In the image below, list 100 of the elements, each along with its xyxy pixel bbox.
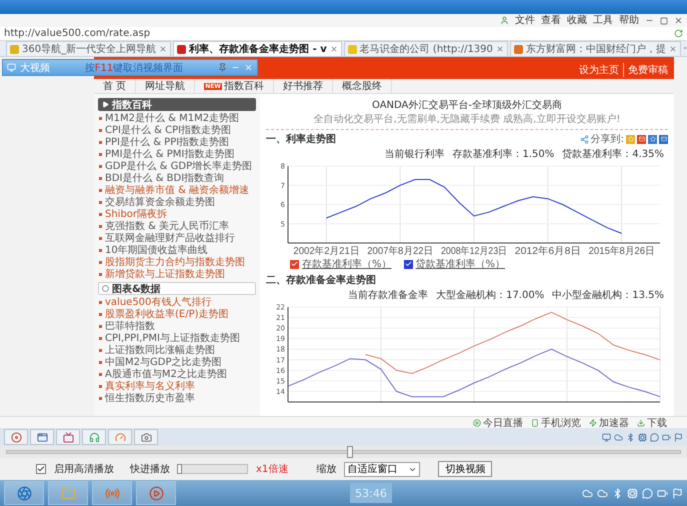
axis-label: 2012年6月8日 — [514, 246, 578, 257]
headphones-icon — [88, 432, 100, 442]
menu-item[interactable]: 工具 — [593, 14, 613, 26]
status-link[interactable]: 手机浏览 — [531, 416, 581, 430]
tray-icon[interactable] — [657, 488, 668, 498]
header-link[interactable]: 设为主页 — [575, 63, 619, 77]
sidebar-link[interactable]: Shibor隔夜拆 — [98, 209, 256, 220]
close-icon[interactable] — [330, 45, 338, 53]
social-share-icon[interactable] — [637, 134, 646, 144]
gauge-icon — [114, 432, 126, 442]
nav-link[interactable]: 好书推荐 — [274, 79, 333, 93]
aperture-icon — [16, 486, 32, 500]
close-icon[interactable] — [668, 45, 677, 53]
rate-summary: 当前银行利率 — [384, 148, 444, 161]
axis-label: 2007年8月22日 — [367, 246, 436, 257]
browser-tab[interactable]: 老马识金的公司 (http://1390 — [344, 41, 508, 56]
tray-icon[interactable] — [650, 432, 659, 442]
browser-tab[interactable]: 360导航_新一代安全上网导航 — [6, 41, 172, 56]
tray-icon[interactable] — [612, 488, 623, 498]
speed-slider[interactable] — [178, 464, 248, 474]
maximize-icon[interactable] — [660, 16, 668, 24]
menu-item[interactable]: 文件 — [515, 14, 535, 26]
app-tile-button[interactable] — [30, 429, 54, 445]
user-icon[interactable] — [500, 16, 509, 25]
speed-thumb[interactable] — [177, 464, 182, 474]
sidebar-link[interactable]: 真实利率与名义利率 — [98, 381, 256, 392]
status-link[interactable]: 今日直播 — [473, 416, 523, 430]
close-icon[interactable] — [674, 16, 683, 25]
social-share-icon[interactable] — [659, 134, 668, 144]
legend-checkbox[interactable] — [404, 260, 413, 268]
sidebar-link[interactable]: 巴菲特指数 — [98, 321, 256, 332]
menu-item[interactable]: 收藏 — [567, 14, 587, 26]
menu-item[interactable]: 查看 — [541, 14, 561, 26]
sidebar-link[interactable]: value500有钱人气排行 — [98, 297, 256, 308]
status-link[interactable]: 下载 — [637, 416, 667, 430]
ad-title[interactable]: OANDA外汇交易平台-全球顶级外汇交易商 — [372, 98, 562, 112]
mail-icon — [660, 136, 666, 142]
sidebar-link[interactable]: 恒生指数历史市盈率 — [98, 393, 256, 404]
video-time: 53:46 — [350, 483, 392, 503]
tray-icon[interactable] — [662, 432, 671, 442]
play-icon — [148, 486, 164, 500]
sidebar-link[interactable]: M1M2是什么 & M1M2走势图 — [98, 113, 256, 124]
legend-label: 存款基准利率（%） — [302, 258, 392, 271]
sidebar-link[interactable]: BDI是什么 & BDI指数查询 — [98, 173, 256, 184]
nav-link[interactable]: 网址导航 — [136, 79, 196, 93]
sidebar-link[interactable]: A股通市值与M2之比走势图 — [98, 369, 256, 380]
sidebar-link[interactable]: 克强指数 & 美元人民币汇率 — [98, 221, 256, 232]
sidebar-link[interactable]: PPI是什么 & PPI指数走势图 — [98, 137, 256, 148]
zoom-select[interactable]: 自适应窗口 — [344, 462, 420, 476]
axis-label: 2002年2月21日 — [293, 246, 362, 257]
browser-tab[interactable]: 东方财富网：中国财经门户，提 — [510, 41, 681, 56]
hd-checkbox[interactable] — [36, 464, 46, 474]
app-tile-button[interactable] — [134, 429, 158, 445]
menu-item[interactable]: 帮助 — [619, 14, 639, 26]
social-share-icon[interactable] — [648, 134, 657, 144]
sidebar-link[interactable]: PMI是什么 & PMI指数走势图 — [98, 149, 256, 160]
taskbar-app-button[interactable] — [92, 481, 132, 505]
pin-icon[interactable] — [218, 63, 227, 72]
legend-checkbox[interactable] — [290, 260, 299, 268]
share-label: 分享到: — [590, 132, 624, 146]
tray-icon[interactable] — [638, 432, 647, 442]
nav-link[interactable]: 概念股终 — [332, 79, 392, 93]
sidebar-link[interactable]: 股票盈利收益率(E/P)走势图 — [98, 309, 256, 320]
window-icon — [36, 432, 48, 442]
address-field[interactable]: http://value500.com/rate.asp — [4, 28, 670, 40]
sidebar-link[interactable]: 互联网金融理财产品收益排行 — [98, 233, 256, 244]
sidebar-link[interactable]: GDP是什么 & GDP增长率走势图 — [98, 161, 256, 172]
header-link[interactable]: 免费审稿 — [623, 63, 668, 77]
share-icon — [580, 134, 589, 144]
sidebar-link[interactable]: 融资与融券市值 & 融资余额增速 — [98, 185, 256, 196]
app-tile-button[interactable] — [82, 429, 106, 445]
refresh-icon[interactable] — [674, 29, 683, 38]
rate-summary: 当前存款准备金率 — [348, 288, 428, 302]
sidebar-link[interactable]: CPI是什么 & CPI指数走势图 — [98, 125, 256, 136]
sidebar-link[interactable]: CPI,PPI,PMI与上证指数走势图 — [98, 333, 256, 344]
seek-thumb[interactable] — [347, 446, 354, 458]
sidebar-link[interactable]: 10年期国债收益率曲线 — [98, 245, 256, 256]
app-tile-button[interactable] — [4, 429, 28, 445]
tray-icon[interactable] — [602, 432, 611, 442]
sidebar-heading-text: 图表&数据 — [112, 282, 161, 296]
close-icon[interactable] — [496, 45, 504, 53]
taskbar-app-button[interactable] — [136, 481, 176, 505]
sidebar-link[interactable]: 中国M2与GDP之比走势图 — [98, 357, 256, 368]
taskbar-app-button[interactable] — [4, 481, 44, 505]
section-title: 一、利率走势图 — [266, 132, 336, 146]
nav-link[interactable]: 首 页 — [94, 79, 136, 93]
tray-icon[interactable] — [674, 432, 683, 442]
sidebar-link[interactable]: 新增贷款与上证指数走势图 — [98, 269, 256, 280]
camera-icon — [140, 432, 152, 442]
rate-summary: 存款基准利率：1.50% — [452, 148, 554, 161]
browser-tab[interactable]: 利率、存款准备金率走势图 - v — [173, 41, 342, 56]
nav-label: 好书推荐 — [282, 80, 323, 93]
sidebar-link[interactable]: 上证指数同比涨幅走势图 — [98, 345, 256, 356]
switch-video-button[interactable]: 切换视频 — [438, 461, 492, 477]
status-link[interactable]: 加速器 — [589, 416, 629, 430]
close-icon[interactable] — [159, 45, 168, 53]
sidebar-link[interactable]: 交易结算资金余额走势图 — [98, 197, 256, 208]
sidebar-link[interactable]: 股指期货主力合约与指数走势图 — [98, 257, 256, 268]
app-tile-button[interactable] — [56, 429, 80, 445]
app-tile-button[interactable] — [108, 429, 132, 445]
